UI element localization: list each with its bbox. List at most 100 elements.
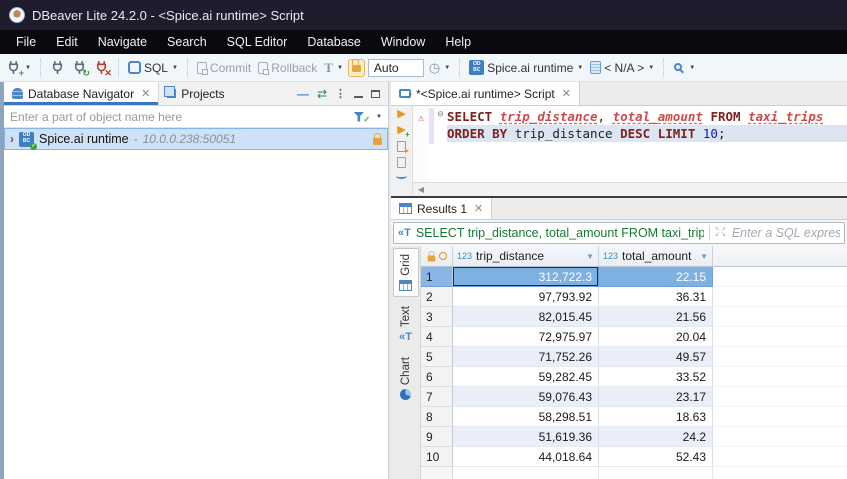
tab-projects[interactable]: Projects [159,82,232,105]
row-number-cell[interactable]: 5 [421,347,453,367]
cell-trip-distance[interactable]: 58,298.51 [453,407,599,427]
row-number-cell[interactable]: 10 [421,447,453,467]
commit-button[interactable]: Commit [195,59,253,77]
fold-column[interactable]: ⊖ [434,106,447,182]
transaction-mode-caret[interactable]: ▼ [337,65,343,71]
editor-hscrollbar[interactable]: ◀ [413,182,847,196]
tab-chart[interactable]: Chart [393,352,419,405]
filter-caret[interactable]: ▼ [376,114,382,120]
tab-sql-script[interactable]: *<Spice.ai runtime> Script ✕ [391,82,580,105]
cell-trip-distance[interactable]: 82,015.45 [453,307,599,327]
row-number-cell[interactable]: 8 [421,407,453,427]
menu-navigate[interactable]: Navigate [88,30,157,54]
search-button[interactable]: ▼ [671,60,697,76]
link-editor-icon[interactable]: ⇄ [317,87,327,101]
minimize-icon[interactable] [354,90,363,98]
object-filter-input[interactable]: Enter a part of object name here [10,110,348,124]
expander-chevron-icon[interactable]: › [10,132,14,146]
search-caret[interactable]: ▼ [689,65,695,71]
sql-console-icon[interactable] [396,173,407,179]
cell-total-amount[interactable]: 49.57 [599,347,713,367]
autocommit-combo[interactable]: Auto [368,59,424,77]
tab-grid[interactable]: Grid [393,248,419,297]
sql-editor-button[interactable]: SQL ▼ [126,59,180,77]
close-icon[interactable]: ✕ [562,87,571,100]
results-filter-box[interactable]: «T SELECT trip_distance, total_amount FR… [393,222,845,244]
execute-statement-icon[interactable]: ▶ [397,109,405,120]
connection-lock-toggle[interactable] [348,59,365,77]
grid-corner-cell[interactable] [421,246,453,267]
rollback-button[interactable]: Rollback [256,59,319,77]
close-icon[interactable]: ✕ [474,202,483,215]
cell-trip-distance[interactable]: 44,018.64 [453,447,599,467]
scroll-left-icon[interactable]: ◀ [413,185,429,194]
row-number-cell[interactable]: 3 [421,307,453,327]
cell-trip-distance[interactable]: 72,975.97 [453,327,599,347]
titlebar[interactable]: DBeaver Lite 24.2.0 - <Spice.ai runtime>… [0,0,847,30]
tree-item-connection[interactable]: › OD BC Spice.ai runtime - 10.0.0.238:50… [4,128,388,150]
column-header-trip-distance[interactable]: 123 trip_distance ▼ [453,246,599,267]
cell-total-amount[interactable]: 23.17 [599,387,713,407]
cell-trip-distance[interactable]: 97,793.92 [453,287,599,307]
sql-line[interactable]: ORDER BY trip_distance DESC LIMIT 10; [447,125,847,142]
menu-sql-editor[interactable]: SQL Editor [217,30,298,54]
sql-editor-caret[interactable]: ▼ [172,65,178,71]
cell-trip-distance[interactable]: 59,282.45 [453,367,599,387]
reconnect-button[interactable]: ↻ [70,58,89,77]
menu-file[interactable]: File [6,30,46,54]
cell-total-amount[interactable]: 33.52 [599,367,713,387]
tab-text[interactable]: Text «T [393,301,419,348]
row-number-cell[interactable]: 1 [421,267,453,287]
row-number-cell[interactable]: 6 [421,367,453,387]
row-number-cell[interactable]: 7 [421,387,453,407]
cell-total-amount[interactable]: 18.63 [599,407,713,427]
sql-expression-input[interactable]: Enter a SQL expression to [732,226,840,240]
cell-trip-distance[interactable]: 59,076.43 [453,387,599,407]
execute-script-icon[interactable] [397,141,406,152]
sql-code[interactable]: SELECT trip_distance, total_amount FROM … [447,106,847,182]
disconnect-button[interactable]: ✕ [92,58,111,77]
fold-marker[interactable]: ⊖ [437,109,443,120]
explain-plan-icon[interactable] [397,157,406,168]
collapse-all-icon[interactable]: — [297,87,309,101]
row-number-cell[interactable]: 2 [421,287,453,307]
execute-new-tab-icon[interactable]: ▶ [397,125,405,136]
cell-trip-distance[interactable]: 51,619.36 [453,427,599,447]
row-number-cell[interactable]: 4 [421,327,453,347]
history-button[interactable]: ◷ ▼ [427,59,452,76]
cell-total-amount[interactable]: 20.04 [599,327,713,347]
menu-help[interactable]: Help [435,30,481,54]
cell-trip-distance[interactable]: 312,722.3 [453,267,599,287]
sort-caret-icon[interactable]: ▼ [700,252,708,261]
menu-window[interactable]: Window [371,30,435,54]
menu-search[interactable]: Search [157,30,217,54]
menu-database[interactable]: Database [297,30,371,54]
close-icon[interactable]: ✕ [141,87,150,100]
column-header-total-amount[interactable]: 123 total_amount ▼ [599,246,713,267]
cell-total-amount[interactable]: 36.31 [599,287,713,307]
cell-trip-distance[interactable]: 71,752.26 [453,347,599,367]
new-connection-button[interactable]: + ▼ [4,58,33,77]
sql-line[interactable]: SELECT trip_distance, total_amount FROM … [447,108,847,125]
cell-total-amount[interactable]: 24.2 [599,427,713,447]
code-area[interactable]: ⚠ ⊖ SELECT trip_distance, total_amount F… [413,106,847,182]
active-schema-caret[interactable]: ▼ [648,65,654,71]
active-connection-caret[interactable]: ▼ [577,65,583,71]
transaction-mode-button[interactable]: T ▼ [322,58,345,78]
view-menu-icon[interactable]: ⋮ [335,87,346,100]
connect-button[interactable] [48,58,67,77]
cell-total-amount[interactable]: 52.43 [599,447,713,467]
menu-edit[interactable]: Edit [46,30,88,54]
sort-caret-icon[interactable]: ▼ [586,252,594,261]
tab-database-navigator[interactable]: Database Navigator ✕ [4,82,159,105]
active-schema-selector[interactable]: < N/A > ▼ [588,59,656,77]
tab-results-1[interactable]: Results 1 ✕ [391,198,492,219]
new-connection-caret[interactable]: ▼ [25,65,31,71]
active-connection-selector[interactable]: OD BC Spice.ai runtime ▼ [467,58,585,77]
cell-total-amount[interactable]: 21.56 [599,307,713,327]
row-number-cell[interactable]: 9 [421,427,453,447]
maximize-icon[interactable] [371,90,380,98]
cell-total-amount[interactable]: 22.15 [599,267,713,287]
history-caret[interactable]: ▼ [444,65,450,71]
expand-panel-icon[interactable]: ↖↗↙↘ [715,228,727,238]
